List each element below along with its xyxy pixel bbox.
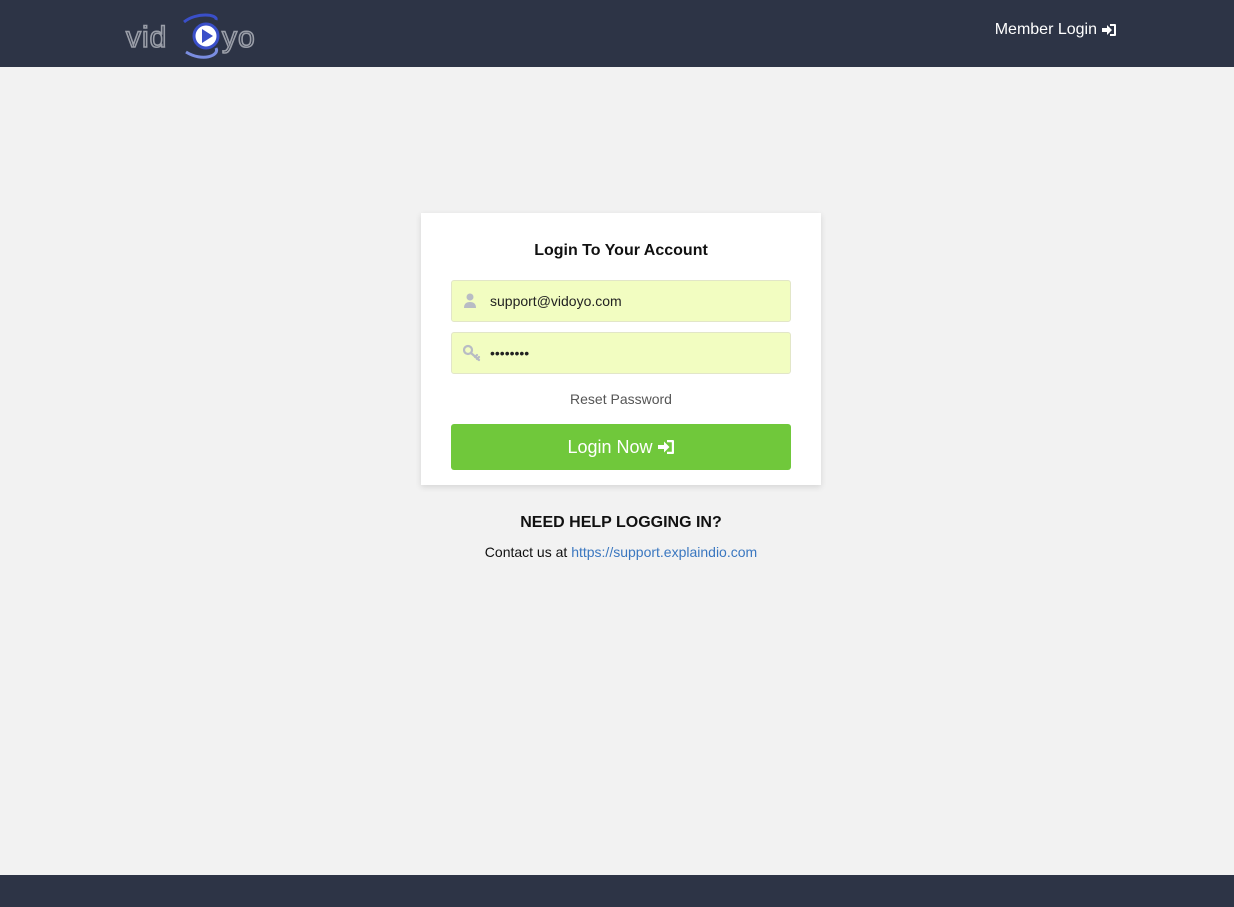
help-heading: NEED HELP LOGGING IN? <box>520 514 722 531</box>
login-card-title: Login To Your Account <box>534 242 708 259</box>
login-now-label: Login Now <box>567 436 653 457</box>
login-card: Login To Your Account Reset Password Log… <box>421 213 821 485</box>
reset-password-link[interactable]: Reset Password <box>421 391 821 407</box>
password-input[interactable] <box>490 333 780 373</box>
svg-text:yo: yo <box>222 21 256 54</box>
sign-in-icon <box>1102 23 1117 37</box>
sign-in-icon <box>657 439 675 455</box>
email-input[interactable] <box>490 281 780 321</box>
footer-bar <box>0 875 1234 907</box>
member-login-label: Member Login <box>994 21 1097 38</box>
login-now-button[interactable]: Login Now <box>451 424 791 470</box>
user-icon <box>463 292 481 310</box>
support-link[interactable]: https://support.explaindio.com <box>571 544 757 560</box>
password-field-wrapper <box>451 332 791 374</box>
vidoyo-logo[interactable]: vid yo <box>124 12 270 60</box>
member-login-link[interactable]: Member Login <box>995 21 1117 39</box>
email-field-wrapper <box>451 280 791 322</box>
svg-text:vid: vid <box>126 21 167 54</box>
help-contact-prefix: Contact us at <box>484 544 568 560</box>
top-navbar: vid yo Member Login <box>0 0 1234 67</box>
help-contact-text: Contact us at https://support.explaindio… <box>0 544 1234 560</box>
key-icon <box>463 344 481 362</box>
